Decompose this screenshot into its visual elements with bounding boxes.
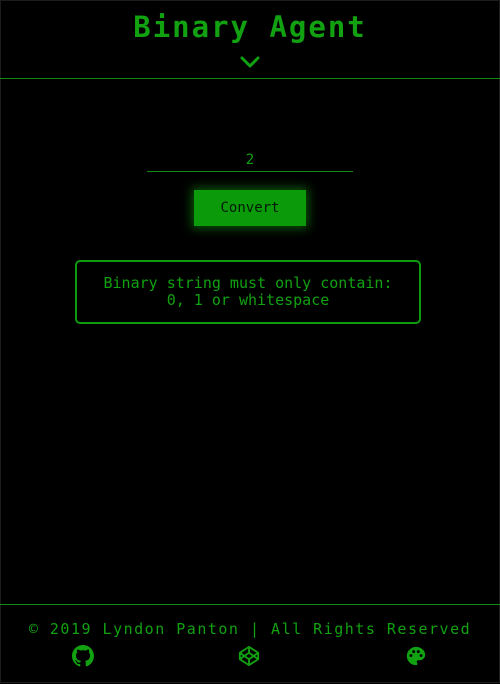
copyright-text: © 2019 Lyndon Panton | All Rights Reserv…	[28, 620, 472, 638]
main-content: Convert Binary string must only contain:…	[0, 79, 500, 604]
result-message-text: Binary string must only contain: 0, 1 or…	[103, 274, 393, 309]
convert-button[interactable]: Convert	[194, 190, 306, 226]
result-message: Binary string must only contain: 0, 1 or…	[75, 260, 421, 324]
page-title: Binary Agent	[133, 10, 367, 44]
codepen-icon[interactable]	[238, 645, 260, 667]
header: Binary Agent	[0, 0, 500, 79]
github-icon[interactable]	[72, 645, 94, 667]
palette-icon[interactable]	[405, 645, 427, 667]
binary-input-wrapper	[147, 149, 353, 172]
binary-input[interactable]	[147, 150, 353, 172]
chevron-down-icon[interactable]	[238, 54, 262, 70]
footer: © 2019 Lyndon Panton | All Rights Reserv…	[0, 604, 500, 684]
